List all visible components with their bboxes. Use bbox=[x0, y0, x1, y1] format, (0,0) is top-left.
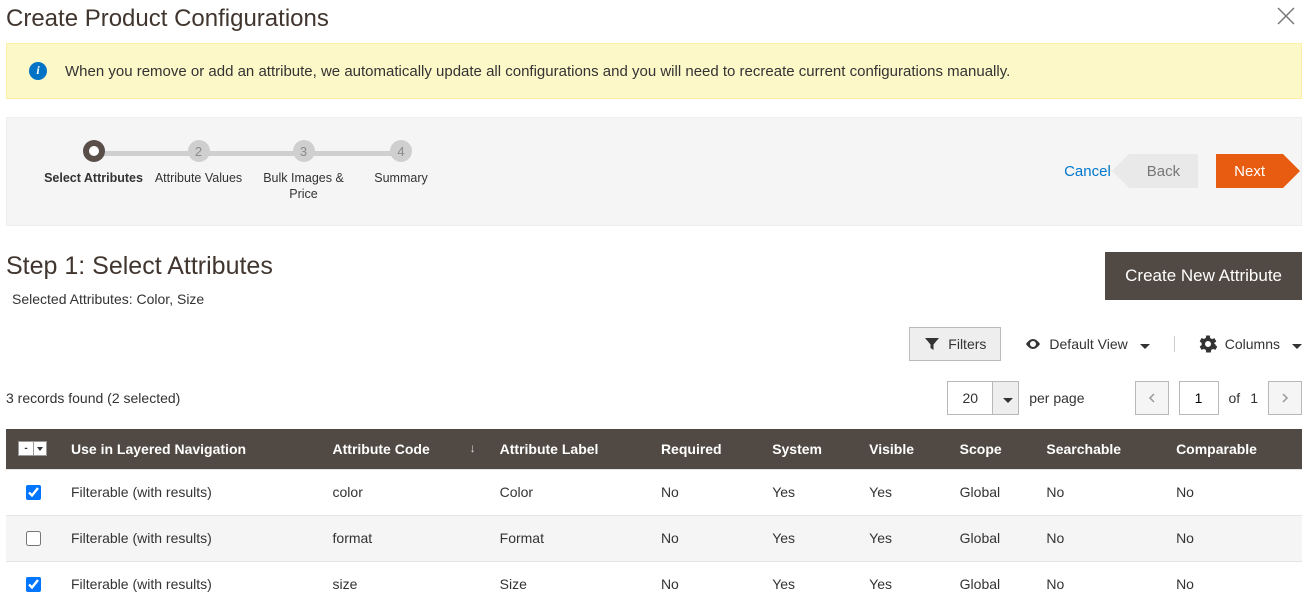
page-input[interactable] bbox=[1179, 381, 1219, 415]
notice-text: When you remove or add an attribute, we … bbox=[65, 63, 1010, 80]
sort-asc-icon: ↓ bbox=[470, 441, 476, 455]
step-label: Select Attributes bbox=[41, 170, 146, 186]
step-label: Bulk Images & Price bbox=[251, 170, 356, 203]
close-icon[interactable] bbox=[1274, 4, 1298, 33]
wizard-steps: Select Attributes 2 Attribute Values 3 B… bbox=[41, 140, 446, 203]
default-view-label: Default View bbox=[1049, 336, 1127, 352]
wizard-step-4[interactable]: 4 Summary bbox=[356, 140, 446, 186]
of-label: of bbox=[1229, 390, 1241, 406]
wizard-step-1[interactable]: Select Attributes bbox=[41, 140, 146, 186]
cell-searchable: No bbox=[1034, 469, 1164, 515]
step-title: Step 1: Select Attributes bbox=[6, 252, 273, 281]
cell-comparable: No bbox=[1164, 469, 1302, 515]
col-nav[interactable]: Use in Layered Navigation bbox=[59, 429, 321, 470]
cancel-link[interactable]: Cancel bbox=[1064, 163, 1111, 180]
notice-banner: When you remove or add an attribute, we … bbox=[6, 43, 1302, 99]
cell-comparable: No bbox=[1164, 561, 1302, 607]
cell-system: Yes bbox=[760, 515, 857, 561]
cell-code: format bbox=[321, 515, 488, 561]
chevron-down-icon[interactable] bbox=[992, 382, 1018, 414]
cell-label: Color bbox=[488, 469, 649, 515]
step-connector bbox=[96, 151, 192, 156]
cell-nav: Filterable (with results) bbox=[59, 469, 321, 515]
selected-attributes-label: Selected Attributes: Color, Size bbox=[12, 291, 273, 307]
next-page-button[interactable] bbox=[1268, 381, 1302, 415]
records-found-label: 3 records found (2 selected) bbox=[6, 390, 180, 406]
cell-searchable: No bbox=[1034, 561, 1164, 607]
cell-visible: Yes bbox=[857, 561, 948, 607]
cell-label: Format bbox=[488, 515, 649, 561]
cell-required: No bbox=[649, 469, 760, 515]
cell-scope: Global bbox=[948, 469, 1035, 515]
gear-icon bbox=[1199, 335, 1217, 353]
cell-system: Yes bbox=[760, 469, 857, 515]
cell-required: No bbox=[649, 515, 760, 561]
create-new-attribute-button[interactable]: Create New Attribute bbox=[1105, 252, 1302, 300]
cell-system: Yes bbox=[760, 561, 857, 607]
modal-title: Create Product Configurations bbox=[6, 5, 329, 33]
page-size-select[interactable]: 20 bbox=[947, 381, 1019, 415]
wizard-bar: Select Attributes 2 Attribute Values 3 B… bbox=[6, 117, 1302, 226]
select-all-checkbox[interactable]: - bbox=[18, 441, 34, 456]
col-label[interactable]: Attribute Label bbox=[488, 429, 649, 470]
col-code[interactable]: Attribute Code ↓ bbox=[321, 429, 488, 470]
cell-searchable: No bbox=[1034, 515, 1164, 561]
page-size-value: 20 bbox=[948, 382, 992, 414]
col-searchable[interactable]: Searchable bbox=[1034, 429, 1164, 470]
columns-button[interactable]: Columns bbox=[1199, 335, 1302, 353]
step-dot-active bbox=[83, 140, 105, 162]
col-scope[interactable]: Scope bbox=[948, 429, 1035, 470]
step-dot: 3 bbox=[293, 140, 315, 162]
info-icon bbox=[29, 62, 47, 80]
col-required[interactable]: Required bbox=[649, 429, 760, 470]
total-pages: 1 bbox=[1250, 390, 1258, 406]
step-dot: 2 bbox=[188, 140, 210, 162]
col-code-label: Attribute Code bbox=[333, 441, 430, 457]
cell-scope: Global bbox=[948, 515, 1035, 561]
cell-comparable: No bbox=[1164, 515, 1302, 561]
next-label: Next bbox=[1234, 163, 1265, 180]
attributes-table: - Use in Layered Navigation Attribute Co… bbox=[6, 429, 1302, 607]
back-button[interactable]: Back bbox=[1129, 154, 1198, 188]
cell-code: size bbox=[321, 561, 488, 607]
cell-visible: Yes bbox=[857, 515, 948, 561]
step-label: Summary bbox=[356, 170, 446, 186]
columns-label: Columns bbox=[1225, 336, 1280, 352]
step-label: Attribute Values bbox=[146, 170, 251, 186]
col-visible[interactable]: Visible bbox=[857, 429, 948, 470]
filters-label: Filters bbox=[948, 336, 986, 352]
row-checkbox[interactable] bbox=[26, 577, 41, 592]
cell-visible: Yes bbox=[857, 469, 948, 515]
filters-button[interactable]: Filters bbox=[909, 327, 1001, 361]
select-all-header[interactable]: - bbox=[6, 429, 59, 470]
default-view-button[interactable]: Default View bbox=[1025, 336, 1174, 352]
eye-icon bbox=[1025, 336, 1041, 352]
cell-nav: Filterable (with results) bbox=[59, 561, 321, 607]
cell-code: color bbox=[321, 469, 488, 515]
back-label: Back bbox=[1147, 163, 1180, 180]
cell-nav: Filterable (with results) bbox=[59, 515, 321, 561]
wizard-step-3[interactable]: 3 Bulk Images & Price bbox=[251, 140, 356, 203]
table-row[interactable]: Filterable (with results)formatFormatNoY… bbox=[6, 515, 1302, 561]
next-button[interactable]: Next bbox=[1216, 154, 1283, 188]
chevron-down-icon[interactable] bbox=[34, 441, 47, 456]
wizard-step-2[interactable]: 2 Attribute Values bbox=[146, 140, 251, 186]
per-page-label: per page bbox=[1029, 390, 1084, 406]
table-row[interactable]: Filterable (with results)colorColorNoYes… bbox=[6, 469, 1302, 515]
step-dot: 4 bbox=[390, 140, 412, 162]
cell-scope: Global bbox=[948, 561, 1035, 607]
row-checkbox[interactable] bbox=[26, 531, 41, 546]
table-row[interactable]: Filterable (with results)sizeSizeNoYesYe… bbox=[6, 561, 1302, 607]
col-comparable[interactable]: Comparable bbox=[1164, 429, 1302, 470]
prev-page-button[interactable] bbox=[1135, 381, 1169, 415]
col-system[interactable]: System bbox=[760, 429, 857, 470]
grid-toolbar: Filters Default View Columns bbox=[0, 307, 1308, 361]
cell-label: Size bbox=[488, 561, 649, 607]
chevron-down-icon bbox=[1136, 336, 1150, 352]
chevron-down-icon bbox=[1288, 336, 1302, 352]
cell-required: No bbox=[649, 561, 760, 607]
row-checkbox[interactable] bbox=[26, 485, 41, 500]
funnel-icon bbox=[924, 336, 940, 352]
step-connector bbox=[196, 151, 296, 156]
